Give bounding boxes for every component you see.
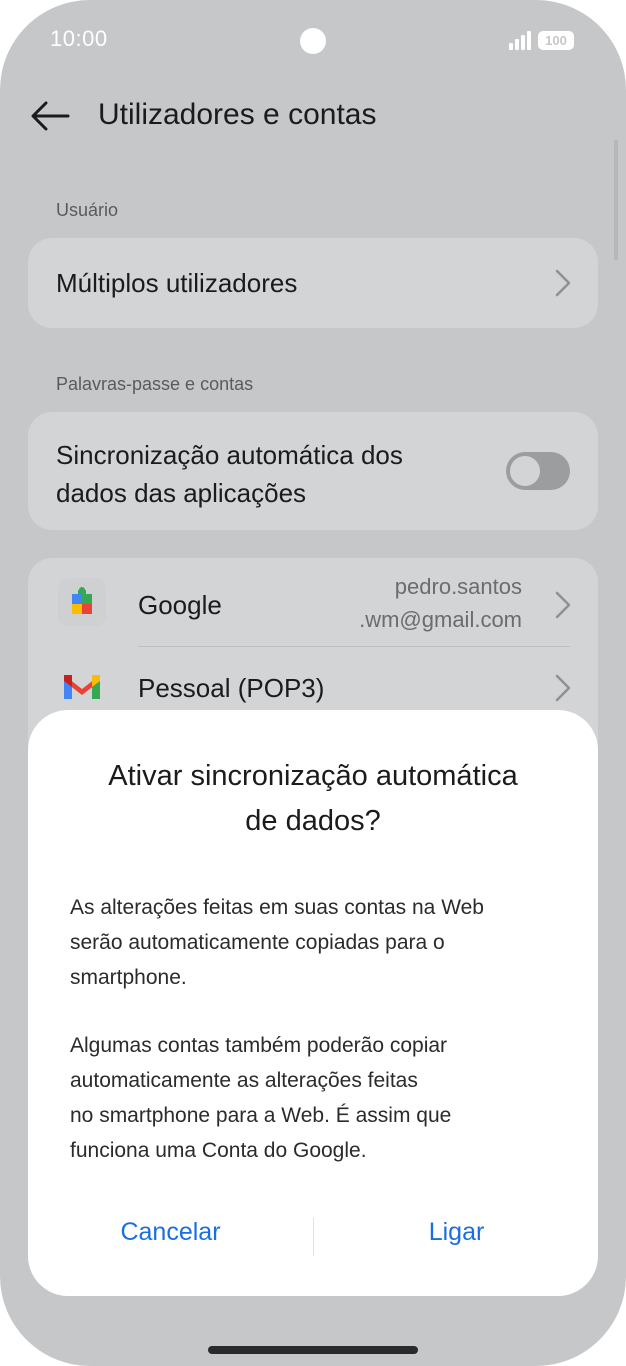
chevron-right-icon [555, 269, 571, 297]
auto-sync-dialog: Ativar sincronização automática de dados… [28, 710, 598, 1296]
account-item-google[interactable]: Google pedro.santos .wm@gmail.com [28, 558, 598, 646]
toggle-knob [510, 456, 540, 486]
signal-icon [509, 31, 531, 50]
status-time: 10:00 [50, 26, 108, 51]
home-indicator[interactable] [208, 1346, 418, 1354]
dialog-message-1: As alterações feitas em suas contas na W… [70, 896, 484, 989]
auto-sync-toggle[interactable] [506, 452, 570, 490]
account-name-pop3: Pessoal (POP3) [138, 673, 325, 703]
scrollbar[interactable] [614, 140, 618, 260]
section-label-passwords: Palavras-passe e contas [56, 374, 254, 394]
chevron-right-icon [555, 591, 571, 619]
gmail-icon [64, 675, 100, 699]
chevron-right-icon [555, 674, 571, 702]
account-name-google: Google [138, 590, 222, 620]
auto-sync-item[interactable]: Sincronização automática dos dados das a… [28, 412, 598, 530]
cancel-button[interactable]: Cancelar [28, 1218, 313, 1247]
dialog-message-2: Algumas contas também poderão copiar aut… [70, 1034, 452, 1162]
account-email-google: pedro.santos .wm@gmail.com [359, 574, 522, 632]
back-arrow-icon[interactable] [28, 96, 70, 136]
multiple-users-item[interactable]: Múltiplos utilizadores [28, 238, 598, 328]
confirm-button[interactable]: Ligar [314, 1218, 599, 1247]
camera-cutout [300, 28, 326, 54]
dialog-title: Ativar sincronização automática de dados… [108, 760, 518, 837]
auto-sync-label: Sincronização automática dos dados das a… [56, 440, 403, 508]
battery-icon: 100 [538, 31, 574, 50]
section-label-user: Usuário [56, 200, 119, 220]
phone-screen: 10:00 100 Utilizadores e contas Usuário … [0, 0, 626, 1366]
page-title: Utilizadores e contas [98, 98, 377, 131]
multiple-users-label: Múltiplos utilizadores [56, 268, 298, 298]
google-play-services-icon [58, 578, 106, 626]
